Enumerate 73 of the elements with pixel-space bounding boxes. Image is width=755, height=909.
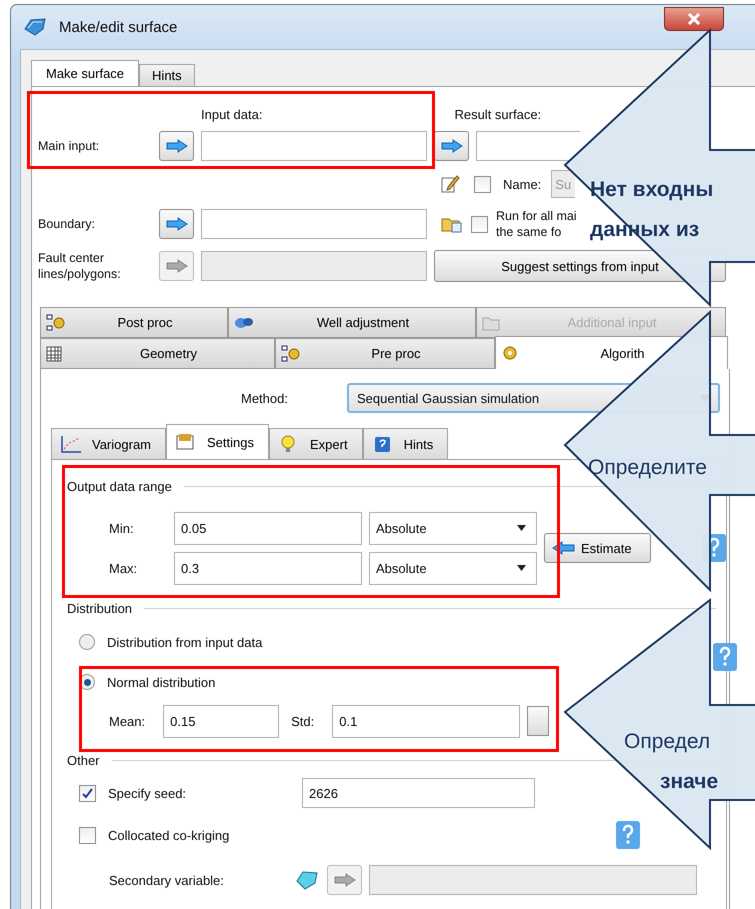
mode-dropdown[interactable]: Absolute [369, 552, 537, 584]
input-field[interactable] [201, 209, 427, 239]
group-title: Distribution [67, 600, 132, 616]
radio-label: Distribution from input data [107, 634, 262, 650]
arrow-button[interactable] [434, 131, 469, 161]
window-title: Make/edit surface [59, 18, 178, 36]
checkbox-label: Specify seed: [108, 786, 188, 800]
radio-label: Normal distribution [107, 674, 216, 690]
arrow-icon [440, 139, 462, 153]
tab[interactable]: Hints [362, 428, 448, 459]
input-field[interactable] [369, 865, 697, 895]
input-field[interactable]: 2626 [302, 778, 535, 808]
field-label: Method: [241, 390, 289, 406]
surface-icon [294, 869, 320, 891]
radio-button[interactable] [79, 634, 95, 650]
checkbox[interactable] [79, 826, 96, 844]
surface-icon [23, 17, 47, 37]
checkbox-label: Run for all mai the same fo [496, 208, 577, 240]
tab[interactable]: Geometry [40, 338, 275, 369]
arrow-icon [551, 541, 575, 555]
checkbox[interactable] [474, 176, 491, 192]
arrow-button[interactable] [159, 209, 194, 239]
tab[interactable]: Hints [139, 64, 195, 86]
checkbox-label: Collocated co-kriging [108, 828, 230, 842]
tab[interactable]: Settings [166, 424, 269, 459]
tab[interactable]: Pre proc [275, 338, 495, 369]
field-label: Std: [291, 714, 314, 728]
close-button[interactable] [664, 7, 724, 31]
caret-icon [517, 565, 526, 571]
input-field[interactable]: 0.1 [332, 704, 520, 738]
arrow-icon [166, 259, 188, 273]
arrow-icon [334, 873, 356, 887]
tab[interactable]: Variogram [51, 428, 166, 459]
input-field[interactable] [201, 131, 427, 161]
field-label: Secondary variable: [109, 872, 225, 888]
field-label: Mean: [109, 714, 146, 728]
field-label: Name: [503, 176, 542, 192]
callout-text: Определ [624, 729, 712, 755]
flowchart-icon [280, 344, 302, 362]
field-label: Fault center lines/polygons: [38, 250, 122, 282]
tab[interactable]: Post proc [40, 307, 228, 338]
arrow-button[interactable] [159, 131, 194, 161]
group-title: Output data range [67, 478, 172, 494]
field-label: Max: [109, 560, 138, 576]
flowchart-icon [45, 314, 67, 332]
field-label: Result surface: [454, 106, 542, 122]
close-icon [688, 13, 700, 25]
tab[interactable]: Well adjustment [228, 307, 476, 338]
arrow-button[interactable] [527, 706, 550, 736]
mode-dropdown[interactable]: Absolute [369, 512, 537, 544]
field-label: Boundary: [38, 217, 96, 231]
caret-icon [517, 525, 526, 531]
input-field[interactable]: 0.05 [174, 512, 362, 544]
tab[interactable]: Expert [269, 428, 363, 459]
callout-text: Определите [588, 455, 707, 481]
field-label: Min: [109, 520, 135, 536]
callout-text: Нет входны [590, 177, 714, 203]
tab[interactable]: Make surface [31, 60, 140, 86]
input-field[interactable]: 0.3 [174, 552, 362, 584]
edit-icon [440, 174, 460, 194]
input-field[interactable] [201, 251, 427, 281]
checkbox[interactable] [471, 216, 488, 232]
arrow-icon [166, 139, 188, 153]
estimate-button[interactable]: Estimate [544, 533, 651, 563]
chart-icon [60, 435, 82, 453]
group-title: Other [67, 752, 100, 768]
field-label: Input data: [201, 106, 262, 122]
checkbox[interactable] [79, 784, 96, 802]
input-field[interactable] [476, 131, 580, 161]
callout-text: значе [660, 769, 718, 795]
input-field[interactable]: 0.15 [163, 704, 280, 738]
arrow-icon [166, 217, 188, 231]
field-label: Main input: [38, 139, 100, 153]
